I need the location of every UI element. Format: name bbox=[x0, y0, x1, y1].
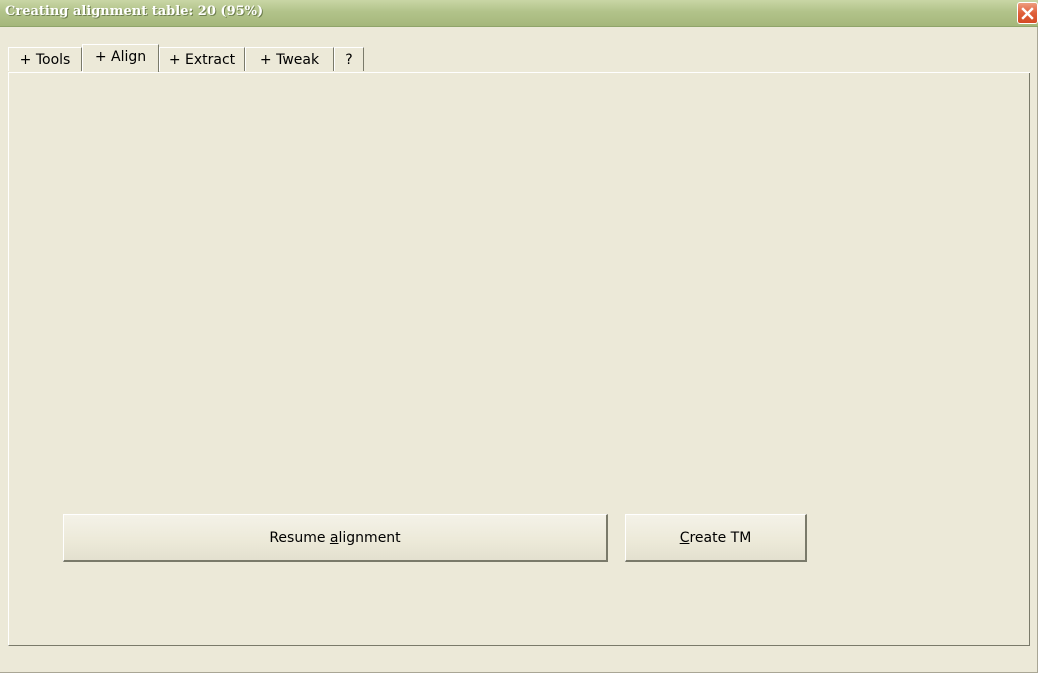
create-tm-mnemonic: C bbox=[679, 529, 690, 546]
application-window: Creating alignment table: 20 (95%) + Too… bbox=[0, 0, 1038, 673]
title-bar[interactable]: Creating alignment table: 20 (95%) bbox=[0, 0, 1038, 27]
close-icon bbox=[1021, 6, 1034, 20]
create-tm-suffix: reate TM bbox=[689, 529, 752, 546]
tab-strip: + Tools + Align + Extract + Tweak ? bbox=[8, 44, 1030, 73]
tab-help-label: ? bbox=[345, 51, 353, 68]
tab-tweak-label: + Tweak bbox=[259, 51, 320, 68]
tab-tools-label: + Tools bbox=[19, 51, 71, 68]
tab-tools[interactable]: + Tools bbox=[8, 47, 82, 71]
tab-extract-label: + Extract bbox=[168, 51, 236, 68]
resume-alignment-mnemonic: a bbox=[329, 529, 339, 546]
tab-extract[interactable]: + Extract bbox=[159, 47, 245, 71]
tab-align[interactable]: + Align bbox=[82, 44, 159, 72]
close-button[interactable] bbox=[1017, 2, 1038, 24]
window-title: Creating alignment table: 20 (95%) bbox=[5, 4, 264, 19]
resume-alignment-suffix: lignment bbox=[338, 529, 401, 546]
tab-align-label: + Align bbox=[94, 49, 147, 65]
resume-alignment-prefix: Resume bbox=[269, 529, 330, 546]
tab-help[interactable]: ? bbox=[334, 47, 364, 71]
create-tm-button[interactable]: Create TM bbox=[625, 514, 807, 562]
tab-tweak[interactable]: + Tweak bbox=[245, 47, 334, 71]
resume-alignment-button[interactable]: Resume a lignment bbox=[63, 514, 608, 562]
